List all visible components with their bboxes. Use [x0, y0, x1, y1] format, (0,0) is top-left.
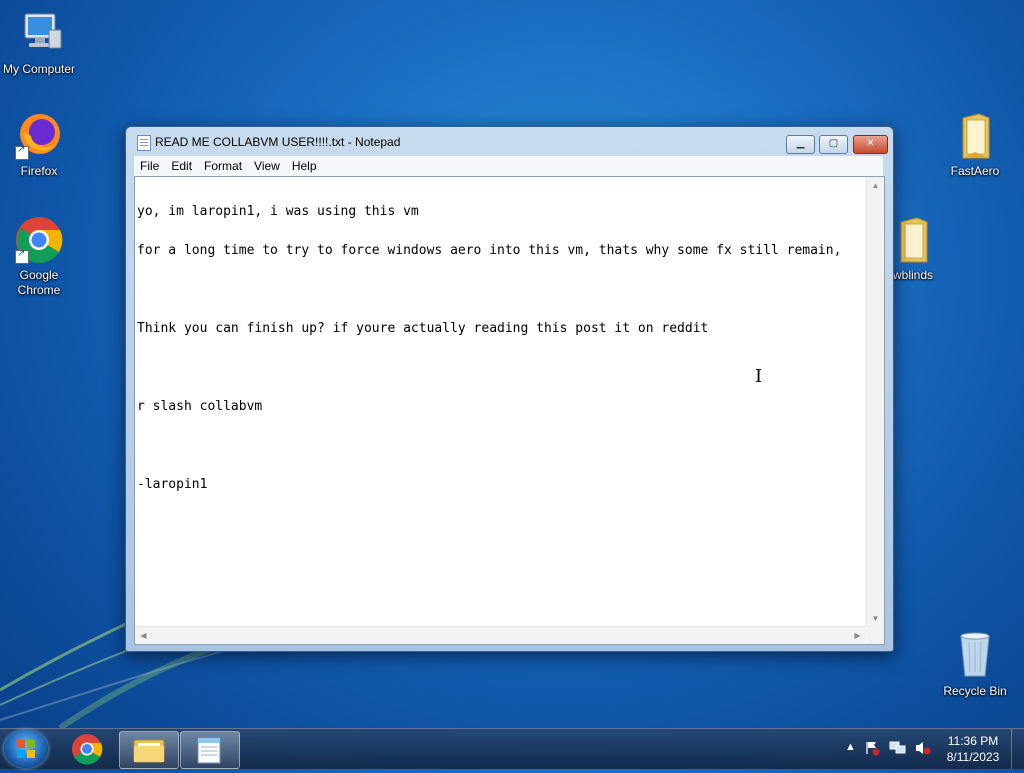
windows-logo-icon — [17, 740, 35, 758]
desktop-icon-google-chrome[interactable]: Google Chrome — [0, 214, 78, 298]
menu-file[interactable]: File — [134, 156, 165, 173]
text-line — [137, 439, 863, 452]
taskbar-chrome[interactable] — [58, 731, 116, 767]
menu-bar: File Edit Format View Help — [134, 156, 883, 176]
desktop-icon-my-computer[interactable]: My Computer — [0, 8, 78, 77]
firefox-icon — [13, 110, 65, 162]
maximize-button[interactable]: ▢ — [819, 135, 848, 154]
desktop-icon-firefox[interactable]: Firefox — [0, 110, 78, 179]
computer-icon — [13, 8, 65, 60]
desktop-icon-fastaero[interactable]: FastAero — [936, 110, 1014, 179]
notepad-window[interactable]: READ ME COLLABVM USER!!!!.txt - Notepad … — [125, 126, 894, 652]
clock-time: 11:36 PM — [947, 734, 999, 748]
start-button[interactable] — [4, 730, 48, 768]
text-editor[interactable]: yo, im laropin1, i was using this vm for… — [134, 176, 885, 645]
close-button[interactable]: ✕ — [853, 135, 888, 154]
document-text[interactable]: yo, im laropin1, i was using this vm for… — [137, 179, 863, 625]
show-hidden-icons-icon[interactable]: ▲ — [845, 741, 856, 753]
horizontal-scrollbar[interactable]: ◀ ▶ — [135, 626, 866, 644]
resize-grip[interactable] — [867, 627, 884, 644]
shortcut-arrow-icon — [15, 248, 29, 264]
desktop-icon-label: Recycle Bin — [943, 684, 1007, 698]
folder-icon — [133, 739, 165, 763]
desktop-icon-label: Google — [19, 268, 59, 282]
scroll-right-icon[interactable]: ▶ — [849, 627, 866, 644]
taskbar-explorer[interactable] — [119, 731, 179, 769]
vertical-scrollbar[interactable]: ▲ ▼ — [866, 177, 884, 627]
clock-date: 8/11/2023 — [946, 750, 1000, 764]
shortcut-arrow-icon — [15, 144, 29, 160]
menu-help[interactable]: Help — [286, 156, 323, 173]
folder-icon — [949, 110, 1001, 162]
desktop-icon-label: Firefox — [20, 164, 58, 178]
scroll-down-icon[interactable]: ▼ — [867, 610, 884, 627]
network-icon[interactable] — [889, 740, 907, 756]
menu-format[interactable]: Format — [198, 156, 248, 173]
chrome-icon — [13, 214, 65, 266]
menu-view[interactable]: View — [248, 156, 286, 173]
text-line: Think you can finish up? if youre actual… — [137, 321, 709, 336]
desktop-icon-recycle-bin[interactable]: Recycle Bin — [936, 630, 1014, 699]
action-center-flag-icon[interactable] — [864, 740, 880, 756]
scroll-left-icon[interactable]: ◀ — [135, 627, 152, 644]
text-line: -laropin1 — [137, 477, 208, 492]
desktop-icon-label: Chrome — [17, 283, 61, 297]
text-line: r slash collabvm — [137, 399, 263, 414]
text-cursor-icon: I — [755, 366, 763, 387]
folder-icon — [887, 214, 939, 266]
desktop-icon-label: My Computer — [2, 62, 76, 76]
system-clock[interactable]: 11:36 PM 8/11/2023 — [936, 733, 1010, 765]
notepad-icon — [137, 135, 151, 151]
notepad-icon — [197, 737, 221, 764]
recycle-bin-icon — [949, 630, 1001, 682]
minimize-button[interactable]: ▁ — [786, 135, 815, 154]
desktop-icon-label: FastAero — [950, 164, 1000, 178]
chrome-icon — [72, 734, 103, 765]
show-desktop-button[interactable] — [1011, 729, 1024, 769]
taskbar-notepad[interactable] — [180, 731, 240, 769]
window-title: READ ME COLLABVM USER!!!!.txt - Notepad — [155, 135, 401, 149]
text-line: for a long time to try to force windows … — [137, 243, 842, 258]
menu-edit[interactable]: Edit — [165, 156, 198, 173]
volume-muted-icon[interactable] — [914, 740, 932, 756]
scroll-up-icon[interactable]: ▲ — [867, 177, 884, 194]
taskbar: ▲ 11:36 PM 8/11/2023 — [0, 728, 1024, 769]
text-line — [137, 283, 863, 296]
text-line: yo, im laropin1, i was using this vm — [137, 204, 419, 219]
title-bar[interactable]: READ ME COLLABVM USER!!!!.txt - Notepad … — [126, 127, 893, 155]
